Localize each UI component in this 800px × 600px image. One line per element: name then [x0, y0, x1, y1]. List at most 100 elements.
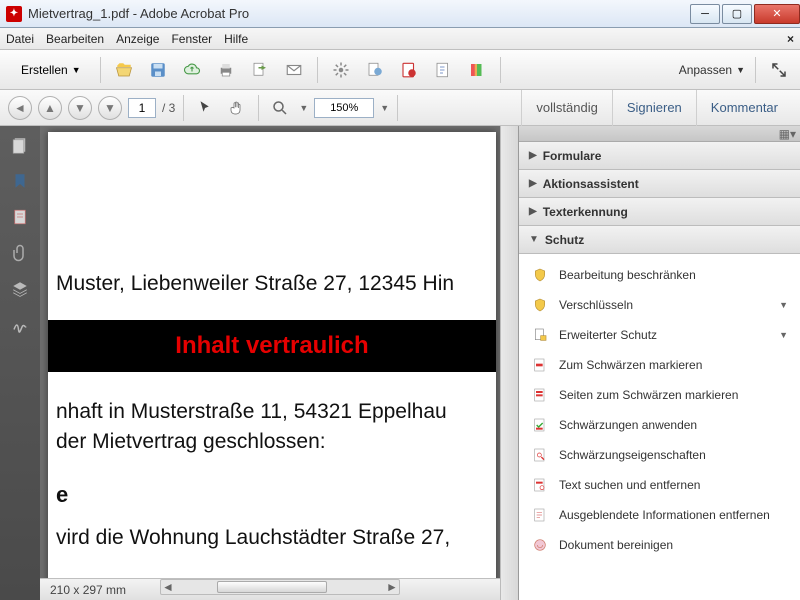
cloud-button[interactable] [179, 57, 205, 83]
status-bar: 210 x 297 mm ◄ ► [40, 578, 500, 600]
item-remove-hidden[interactable]: Ausgeblendete Informationen entfernen [519, 500, 800, 530]
scroll-left-icon[interactable]: ◄ [161, 580, 175, 594]
separator [397, 95, 398, 121]
expand-icon: ▶ [529, 150, 537, 161]
menu-close-x[interactable]: × [787, 32, 794, 46]
thumbnails-icon[interactable] [11, 136, 29, 154]
item-encrypt[interactable]: Verschlüsseln▼ [519, 290, 800, 320]
document-lock-icon [531, 326, 549, 344]
share-button[interactable] [247, 57, 273, 83]
tab-comment[interactable]: Kommentar [696, 90, 792, 126]
email-button[interactable] [281, 57, 307, 83]
menu-edit[interactable]: Bearbeiten [46, 32, 104, 46]
prev-view-button[interactable]: ◄ [8, 96, 32, 120]
horizontal-scrollbar[interactable]: ◄ ► [160, 579, 400, 595]
item-mark-pages-redaction[interactable]: Seiten zum Schwärzen markieren [519, 380, 800, 410]
panel-menu-icon[interactable]: ▦▾ [779, 127, 796, 141]
item-sanitize[interactable]: Dokument bereinigen [519, 530, 800, 560]
item-apply-redactions[interactable]: Schwärzungen anwenden [519, 410, 800, 440]
menu-file[interactable]: Datei [6, 32, 34, 46]
gear-button[interactable] [328, 57, 354, 83]
fullscreen-button[interactable] [766, 57, 792, 83]
item-mark-redaction[interactable]: Zum Schwärzen markieren [519, 350, 800, 380]
layers-icon[interactable] [11, 280, 29, 298]
doc-text: vird die Wohnung Lauchstädter Straße 27, [48, 526, 496, 550]
section-schutz[interactable]: ▼Schutz [519, 226, 800, 254]
signatures-icon[interactable] [11, 316, 29, 334]
save-button[interactable] [145, 57, 171, 83]
separator [183, 95, 184, 121]
redact-props-icon [531, 446, 549, 464]
maximize-button[interactable]: ▢ [722, 4, 752, 24]
separator [755, 57, 756, 83]
tools-panel: ▦▾ ▶ Formulare ▶Aktionsassistent ▶Texterk… [518, 126, 800, 600]
zoom-tool[interactable] [267, 95, 293, 121]
section-texterkennung[interactable]: ▶Texterkennung [519, 198, 800, 226]
create-button[interactable]: Erstellen ▼ [8, 60, 90, 80]
bookmark-icon[interactable] [11, 172, 29, 190]
zoom-input[interactable]: 150% [314, 98, 374, 118]
chevron-down-icon: ▼ [736, 65, 745, 75]
section-formulare[interactable]: ▶ Formulare [519, 142, 800, 170]
menu-help[interactable]: Hilfe [224, 32, 248, 46]
vertical-scrollbar[interactable] [500, 126, 518, 600]
doc-text: Muster, Liebenweiler Straße 27, 12345 Hi… [48, 272, 496, 296]
document-area[interactable]: Muster, Liebenweiler Straße 27, 12345 Hi… [40, 126, 500, 600]
customize-label: Anpassen [679, 63, 732, 77]
scroll-thumb[interactable] [217, 581, 327, 593]
separator [500, 57, 501, 83]
search-redact-icon [531, 476, 549, 494]
tab-sign[interactable]: Signieren [612, 90, 696, 126]
page-number-input[interactable]: 1 [128, 98, 156, 118]
attachments-icon[interactable] [11, 208, 29, 226]
schutz-items: Bearbeitung beschränken Verschlüsseln▼ E… [519, 254, 800, 566]
item-label: Ausgeblendete Informationen entfernen [559, 508, 770, 522]
item-label: Verschlüsseln [559, 298, 633, 312]
app-icon: ✦ [6, 6, 22, 22]
item-restrict-editing[interactable]: Bearbeitung beschränken [519, 260, 800, 290]
main-toolbar: Erstellen ▼ Anpassen ▼ [0, 50, 800, 90]
title-bar: ✦ Mietvertrag_1.pdf - Adobe Acrobat Pro … [0, 0, 800, 28]
scroll-right-icon[interactable]: ► [385, 580, 399, 594]
item-advanced-protection[interactable]: Erweiterter Schutz▼ [519, 320, 800, 350]
nav-pane [0, 126, 40, 600]
close-button[interactable]: ✕ [754, 4, 800, 24]
item-label: Schwärzungen anwenden [559, 418, 697, 432]
menu-window[interactable]: Fenster [171, 32, 212, 46]
shield-icon [531, 296, 549, 314]
page-up-button[interactable]: ▲ [38, 96, 62, 120]
select-tool[interactable] [192, 95, 218, 121]
item-redaction-properties[interactable]: Schwärzungseigenschaften [519, 440, 800, 470]
minimize-button[interactable]: ─ [690, 4, 720, 24]
page-total: / 3 [162, 101, 175, 115]
page-dimensions: 210 x 297 mm [50, 583, 126, 597]
separator [258, 95, 259, 121]
open-button[interactable] [111, 57, 137, 83]
sanitize-icon [531, 536, 549, 554]
separator [317, 57, 318, 83]
last-page-button[interactable]: ▼ [98, 96, 122, 120]
hand-tool[interactable] [224, 95, 250, 121]
window-title: Mietvertrag_1.pdf - Adobe Acrobat Pro [28, 6, 249, 21]
page-down-button[interactable]: ▼ [68, 96, 92, 120]
section-label: Formulare [543, 149, 602, 163]
clip-icon[interactable] [11, 244, 29, 262]
item-label: Bearbeitung beschränken [559, 268, 696, 282]
edit-button[interactable] [430, 57, 456, 83]
chevron-down-icon[interactable]: ▼ [299, 103, 308, 113]
doc-text: nhaft in Musterstraße 11, 54321 Eppelhau [48, 400, 496, 424]
redact-apply-icon [531, 416, 549, 434]
customize-button[interactable]: Anpassen ▼ [679, 63, 745, 77]
export-button[interactable] [362, 57, 388, 83]
menu-view[interactable]: Anzeige [116, 32, 159, 46]
createpdf-button[interactable] [396, 57, 422, 83]
tab-full[interactable]: vollständig [521, 90, 611, 126]
print-button[interactable] [213, 57, 239, 83]
item-search-remove[interactable]: Text suchen und entfernen [519, 470, 800, 500]
section-label: Schutz [545, 233, 584, 247]
combine-button[interactable] [464, 57, 490, 83]
chevron-down-icon[interactable]: ▼ [380, 103, 389, 113]
item-label: Erweiterter Schutz [559, 328, 657, 342]
chevron-down-icon: ▼ [72, 65, 81, 75]
section-aktionsassistent[interactable]: ▶Aktionsassistent [519, 170, 800, 198]
